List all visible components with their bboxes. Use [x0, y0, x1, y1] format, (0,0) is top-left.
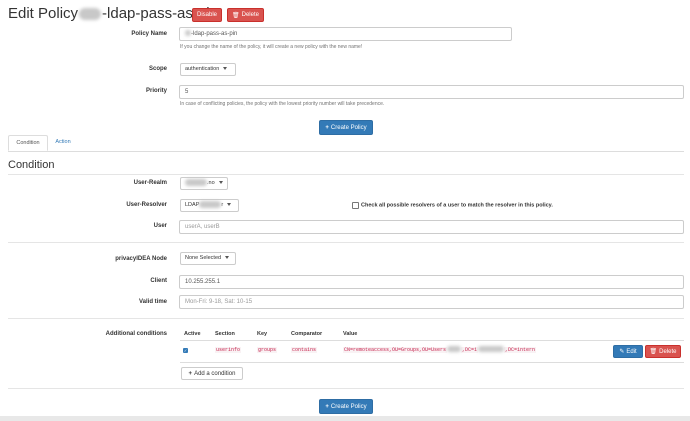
- user-resolver-value: LDAP: [185, 202, 200, 208]
- comparator-cell: contains: [291, 347, 318, 353]
- check-all-label: Check all possible resolvers of a user t…: [361, 202, 553, 209]
- disable-button-label: Disable: [196, 12, 217, 18]
- valid-time-input[interactable]: Mon-Fri: 9-18, Sat: 10-15: [179, 295, 684, 309]
- client-input[interactable]: 10.255.255.1: [179, 275, 684, 289]
- redacted-blur: [199, 201, 222, 209]
- key-cell: groups: [257, 347, 278, 353]
- edit-condition-button[interactable]: ✎ Edit: [613, 345, 643, 358]
- valid-time-label: Valid time: [138, 299, 167, 305]
- edit-label: Edit: [626, 348, 637, 355]
- user-label: User: [153, 223, 167, 229]
- column-header-section: Section: [215, 331, 235, 337]
- active-checkbox[interactable]: ✓: [183, 348, 188, 353]
- scope-select[interactable]: authentication: [180, 63, 236, 76]
- column-header-key: Key: [257, 331, 268, 337]
- node-select[interactable]: None Selected: [180, 252, 236, 265]
- user-resolver-suffix: r: [221, 202, 224, 208]
- chevron-down-icon: [218, 181, 223, 185]
- edit-icon: ✎: [619, 349, 625, 355]
- policy-name-help: If you change the name of the policy, it…: [180, 44, 363, 50]
- redacted-blur: [447, 346, 462, 352]
- check-all-resolvers[interactable]: Check all possible resolvers of a user t…: [352, 202, 553, 209]
- delete-button-label: Delete: [241, 12, 259, 18]
- tab-condition-label: Condition: [16, 140, 40, 146]
- additional-conditions-label: Additional conditions: [105, 331, 167, 337]
- user-input[interactable]: userA, userB: [179, 220, 684, 234]
- scope-label: Scope: [148, 66, 167, 72]
- redacted-blur: [79, 8, 102, 21]
- trash-icon: 🗑: [649, 349, 658, 355]
- redacted-blur: [478, 346, 505, 352]
- trash-icon: 🗑: [232, 12, 240, 19]
- create-policy-label: Create Policy: [330, 124, 367, 131]
- user-realm-label: User-Realm: [133, 180, 167, 186]
- check-all-checkbox[interactable]: [352, 202, 359, 209]
- policy-name-input[interactable]: -ldap-pass-as-pin: [179, 27, 512, 41]
- user-resolver-select[interactable]: LDAP r: [180, 199, 239, 212]
- value-part-2: ,DC=i: [461, 346, 479, 353]
- chevron-down-icon: [227, 203, 232, 207]
- create-policy-button-bottom[interactable]: + Create Policy: [319, 399, 373, 414]
- chevron-down-icon: [223, 67, 228, 71]
- disable-button[interactable]: Disable: [192, 8, 222, 22]
- column-header-comparator: Comparator: [291, 331, 323, 337]
- plus-icon: +: [325, 124, 329, 131]
- priority-input[interactable]: 5: [179, 85, 684, 99]
- node-value: None Selected: [185, 255, 222, 261]
- priority-help: In case of conflicting policies, the pol…: [180, 101, 385, 107]
- user-realm-value: .no: [207, 180, 215, 186]
- divider: [8, 242, 684, 243]
- create-policy-label: Create Policy: [330, 403, 367, 410]
- page-title-prefix: Edit Policy: [8, 5, 79, 22]
- delete-condition-button[interactable]: 🗑 Delete: [645, 345, 681, 358]
- horizontal-scrollbar[interactable]: [0, 416, 690, 421]
- table-row: ✓ userinfo groups contains CN=remoteacce…: [180, 341, 684, 361]
- plus-icon: +: [188, 370, 193, 377]
- value-part-1: CN=remoteaccess,OU=Groups,OU=Users: [343, 346, 448, 353]
- page-title: Edit Policy -ldap-pass-as-pin: [8, 5, 218, 22]
- scope-value: authentication: [185, 66, 220, 72]
- tab-action-label: Action: [55, 139, 71, 145]
- policy-name-label: Policy Name: [131, 31, 167, 37]
- column-header-active: Active: [184, 331, 201, 337]
- user-realm-select[interactable]: .no: [180, 177, 228, 190]
- policy-name-value: -ldap-pass-as-pin: [191, 31, 238, 37]
- chevron-down-icon: [225, 256, 230, 260]
- create-policy-button[interactable]: + Create Policy: [319, 120, 373, 135]
- user-resolver-label: User-Resolver: [126, 202, 167, 208]
- divider: [8, 388, 684, 389]
- column-header-value: Value: [343, 331, 358, 337]
- value-cell: CN=remoteaccess,OU=Groups,OU=Users ,DC=i,…: [343, 346, 537, 353]
- add-condition-button[interactable]: + Add a condition: [181, 367, 243, 380]
- divider: [8, 318, 684, 319]
- delete-condition-label: Delete: [659, 348, 677, 355]
- delete-policy-button[interactable]: 🗑 Delete: [227, 8, 264, 22]
- section-cell: userinfo: [215, 347, 242, 353]
- node-label: privacyIDEA Node: [115, 256, 167, 262]
- tab-bar-line: [8, 151, 684, 152]
- redacted-blur: [185, 179, 207, 187]
- tab-condition[interactable]: Condition: [8, 135, 48, 151]
- client-label: Client: [150, 278, 167, 284]
- plus-icon: +: [325, 403, 329, 410]
- tab-action[interactable]: Action: [50, 135, 76, 151]
- priority-label: Priority: [145, 88, 167, 94]
- divider: [8, 174, 684, 175]
- value-part-3: ,DC=intern: [504, 346, 537, 353]
- add-condition-label: Add a condition: [194, 370, 236, 377]
- table-row-line: [180, 362, 684, 363]
- condition-heading: Condition: [8, 159, 55, 171]
